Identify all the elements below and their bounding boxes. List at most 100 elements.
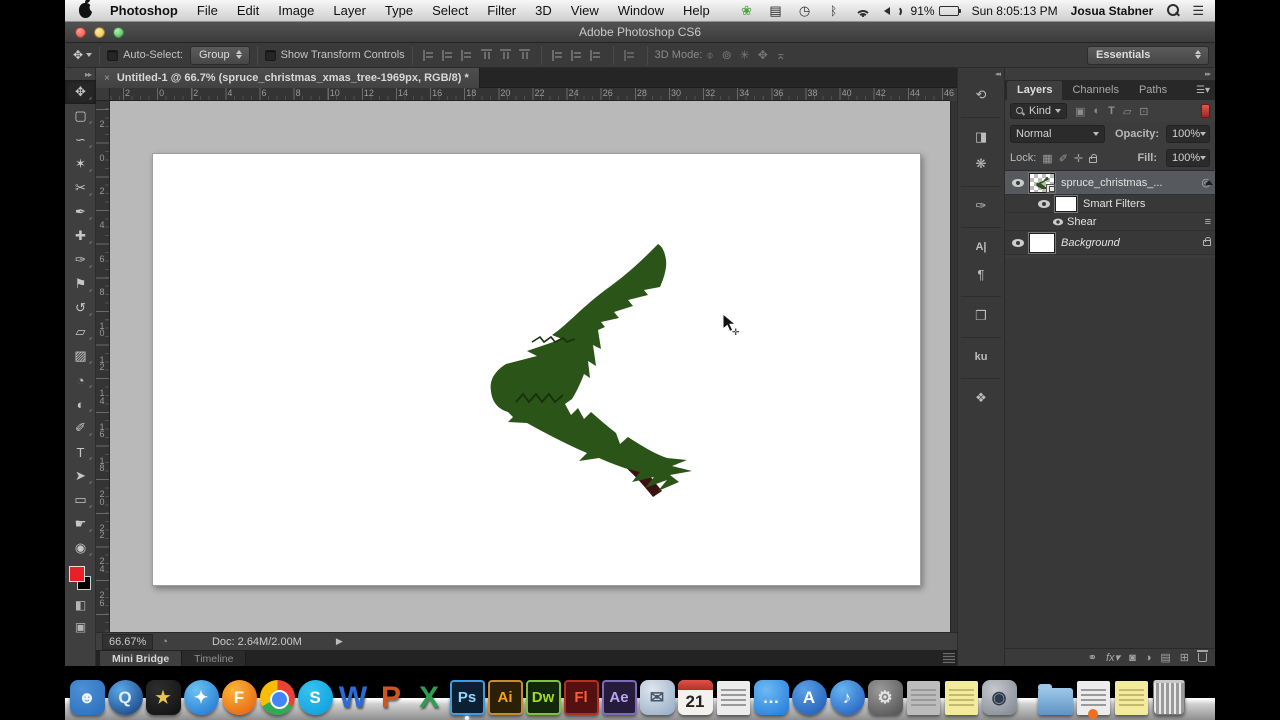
dock-notes-stack[interactable]: [1113, 677, 1149, 715]
align-right-edges-icon[interactable]: [461, 50, 474, 61]
dock-trash[interactable]: [1151, 677, 1187, 715]
shape-tool[interactable]: ▭: [65, 488, 96, 512]
align-top-edges-icon[interactable]: [481, 49, 492, 62]
tab-timeline[interactable]: Timeline: [182, 651, 246, 666]
styles-panel-icon[interactable]: ❋: [966, 151, 996, 177]
wacom-menu-icon[interactable]: ▤: [768, 3, 784, 19]
kuler-panel-icon[interactable]: ku: [961, 337, 1001, 369]
close-tab-icon[interactable]: ×: [104, 73, 110, 84]
align-horizontal-centers-icon[interactable]: [500, 49, 511, 62]
shear-filter-label[interactable]: Shear: [1067, 216, 1096, 228]
tab-mini-bridge[interactable]: Mini Bridge: [100, 651, 182, 666]
distribute-center-icon[interactable]: [571, 50, 584, 61]
filter-adjustment-layers-icon[interactable]: ◐: [1093, 105, 1100, 117]
visibility-toggle[interactable]: [1009, 179, 1027, 187]
show-transform-checkbox[interactable]: [265, 50, 276, 61]
screen-mode-button[interactable]: ▣: [65, 616, 96, 638]
vertical-scrollbar[interactable]: [950, 101, 957, 632]
tab-channels[interactable]: Channels: [1062, 81, 1128, 100]
eraser-tool[interactable]: ▱: [65, 320, 96, 344]
menubar-clock[interactable]: Sun 8:05:13 PM: [972, 4, 1058, 18]
volume-icon[interactable]: [884, 5, 898, 16]
document-tab[interactable]: × Untitled-1 @ 66.7% (spruce_christmas_x…: [96, 68, 480, 88]
visibility-toggle[interactable]: [1049, 218, 1067, 226]
shear-filter-row[interactable]: Shear ≡: [1005, 213, 1215, 231]
hand-tool[interactable]: ☛: [65, 512, 96, 536]
dock-word[interactable]: W: [335, 677, 371, 715]
properties-panel-icon[interactable]: ❖: [961, 378, 1001, 410]
dock-stickies[interactable]: [943, 677, 979, 715]
filter-type-layers-icon[interactable]: T: [1108, 105, 1115, 117]
dock-excel[interactable]: X: [411, 677, 447, 715]
spotlight-icon[interactable]: [1166, 4, 1179, 17]
3d-rotate-icon[interactable]: ⌽: [706, 48, 713, 63]
horizontal-ruler[interactable]: 2024681012141618202224262830323436384042…: [110, 88, 950, 101]
layer-name[interactable]: Background: [1061, 237, 1120, 249]
dock-flash[interactable]: Fl: [563, 677, 599, 715]
healing-brush-tool[interactable]: ✚: [65, 224, 96, 248]
dock-illustrator[interactable]: Ai: [487, 677, 523, 715]
bluetooth-icon[interactable]: ᛒ: [826, 3, 842, 19]
tab-layers[interactable]: Layers: [1007, 81, 1062, 100]
dock-system-preferences[interactable]: ⚙: [867, 677, 903, 715]
adjustment-layer-icon[interactable]: ◑: [1145, 652, 1152, 664]
expand-panels-icon[interactable]: ◂◂: [958, 68, 1004, 80]
opacity-field[interactable]: 100%: [1166, 125, 1210, 143]
path-selection-tool[interactable]: ➤: [65, 464, 96, 488]
dock-dreamweaver[interactable]: Dw: [525, 677, 561, 715]
filter-pixel-layers-icon[interactable]: ▣: [1075, 105, 1085, 118]
3d-panel-icon[interactable]: ❒: [961, 296, 1001, 328]
time-machine-icon[interactable]: ◷: [797, 3, 813, 19]
dock-imovie[interactable]: ★: [145, 677, 181, 715]
quick-selection-tool[interactable]: ✶: [65, 152, 96, 176]
battery-indicator[interactable]: 91%: [911, 4, 959, 18]
link-layers-icon[interactable]: ⚭: [1088, 651, 1097, 664]
dock-gray-document-app[interactable]: [905, 677, 941, 715]
dock-appstore[interactable]: A: [791, 677, 827, 715]
pen-tool[interactable]: ✐: [65, 416, 96, 440]
brush-tool[interactable]: ✑: [65, 248, 96, 272]
3d-scale-icon[interactable]: ⌅: [776, 48, 786, 62]
menu-window[interactable]: Window: [618, 3, 664, 18]
move-tool[interactable]: ✥: [65, 80, 96, 104]
3d-slide-icon[interactable]: ✥: [758, 48, 768, 62]
type-tool[interactable]: T: [65, 440, 96, 464]
new-group-icon[interactable]: ▤: [1160, 651, 1170, 664]
dock-firefox[interactable]: F: [221, 677, 257, 715]
lasso-tool[interactable]: ∽: [65, 128, 96, 152]
align-vertical-centers-icon[interactable]: [442, 50, 455, 61]
menu-file[interactable]: File: [197, 3, 218, 18]
visibility-toggle[interactable]: [1009, 239, 1027, 247]
dock-calendar[interactable]: 21: [677, 677, 713, 715]
menu-photoshop[interactable]: Photoshop: [110, 3, 178, 18]
menubar-username[interactable]: Josua Stabner: [1071, 4, 1154, 18]
filter-kind-dropdown[interactable]: Kind: [1010, 103, 1067, 119]
menu-type[interactable]: Type: [385, 3, 413, 18]
apple-menu-icon[interactable]: [79, 3, 92, 18]
dock-finder[interactable]: ☻: [69, 677, 105, 715]
auto-align-layers-icon[interactable]: [624, 50, 637, 61]
collapse-effects-icon[interactable]: [1205, 180, 1213, 185]
menu-layer[interactable]: Layer: [333, 3, 366, 18]
resize-grip[interactable]: [942, 652, 956, 664]
dock-quicktime[interactable]: Q: [107, 677, 143, 715]
dock-safari[interactable]: ✦: [183, 677, 219, 715]
menu-select[interactable]: Select: [432, 3, 468, 18]
sync-menu-icon[interactable]: ❀: [739, 3, 755, 19]
zoom-tool[interactable]: ◉: [65, 536, 96, 560]
character-panel-icon[interactable]: A|: [961, 227, 1001, 259]
fill-field[interactable]: 100%: [1166, 149, 1210, 167]
paragraph-panel-icon[interactable]: ¶: [966, 261, 996, 287]
layer-row-spruce[interactable]: spruce_christmas_... ◎: [1005, 171, 1215, 195]
blend-mode-dropdown[interactable]: Normal: [1010, 125, 1105, 143]
dock-itunes[interactable]: ♪: [829, 677, 865, 715]
history-panel-icon[interactable]: ⟲: [966, 82, 996, 108]
blur-tool[interactable]: ◔: [65, 368, 96, 392]
wifi-icon[interactable]: [855, 5, 871, 17]
clone-stamp-tool[interactable]: ⚑: [65, 272, 96, 296]
auto-select-dropdown[interactable]: Group: [190, 46, 250, 65]
dock-chrome[interactable]: [259, 677, 295, 715]
new-layer-icon[interactable]: ⊞: [1180, 651, 1189, 664]
distribute-left-icon[interactable]: [552, 50, 565, 61]
panel-menu-icon[interactable]: ☰▾: [1196, 85, 1210, 96]
